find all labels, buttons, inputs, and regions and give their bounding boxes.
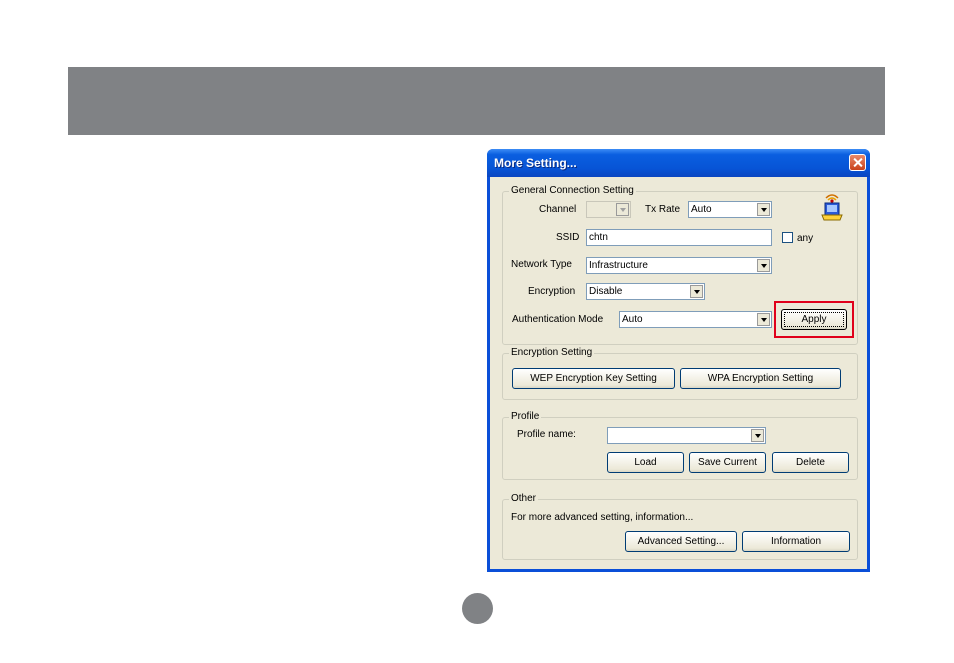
general-connection-legend: General Connection Setting (509, 185, 636, 197)
txrate-label: Tx Rate (645, 204, 681, 215)
apply-button[interactable]: Apply (781, 309, 847, 330)
encryption-value: Disable (589, 286, 623, 297)
information-button[interactable]: Information (742, 531, 850, 552)
profile-name-label: Profile name: (517, 429, 576, 440)
ssid-input[interactable]: chtn (586, 229, 772, 246)
auth-mode-label: Authentication Mode (512, 314, 604, 325)
network-type-label: Network Type (511, 259, 572, 270)
any-label: any (797, 233, 814, 244)
txrate-select[interactable]: Auto (688, 201, 772, 218)
ssid-value: chtn (589, 232, 608, 243)
save-current-button[interactable]: Save Current (689, 452, 766, 473)
advanced-setting-button[interactable]: Advanced Setting... (625, 531, 737, 552)
auth-mode-value: Auto (622, 314, 643, 325)
window-title: More Setting... (494, 156, 577, 170)
auth-mode-select[interactable]: Auto (619, 311, 772, 328)
txrate-value: Auto (691, 204, 712, 215)
other-description: For more advanced setting, information..… (511, 512, 694, 523)
any-checkbox[interactable] (782, 232, 793, 243)
encryption-label: Encryption (528, 286, 576, 297)
dropdown-arrow-icon (751, 429, 764, 442)
profile-name-select[interactable] (607, 427, 766, 444)
wpa-setting-button[interactable]: WPA Encryption Setting (680, 368, 841, 389)
network-type-select[interactable]: Infrastructure (586, 257, 772, 274)
channel-select[interactable] (586, 201, 631, 218)
dropdown-arrow-icon (757, 203, 770, 216)
load-button[interactable]: Load (607, 452, 684, 473)
channel-label: Channel (539, 204, 577, 215)
delete-button[interactable]: Delete (772, 452, 849, 473)
dropdown-arrow-icon (757, 313, 770, 326)
wireless-adapter-icon (821, 194, 843, 221)
network-type-value: Infrastructure (589, 260, 648, 271)
other-legend: Other (509, 493, 539, 505)
dropdown-arrow-icon (690, 285, 703, 298)
more-setting-dialog: More Setting... General Connection Setti… (487, 149, 870, 572)
ssid-label: SSID (556, 232, 580, 243)
title-bar[interactable]: More Setting... (487, 149, 870, 177)
encryption-select[interactable]: Disable (586, 283, 705, 300)
close-icon[interactable] (849, 154, 866, 171)
header-banner (68, 67, 885, 135)
dropdown-arrow-icon (757, 259, 770, 272)
wep-key-setting-button[interactable]: WEP Encryption Key Setting (512, 368, 675, 389)
page-number-badge (462, 593, 493, 624)
dropdown-arrow-icon (616, 203, 629, 216)
encryption-setting-legend: Encryption Setting (509, 347, 595, 359)
dialog-client-area: General Connection Setting Channel Tx Ra… (490, 177, 867, 569)
profile-legend: Profile (509, 411, 542, 423)
